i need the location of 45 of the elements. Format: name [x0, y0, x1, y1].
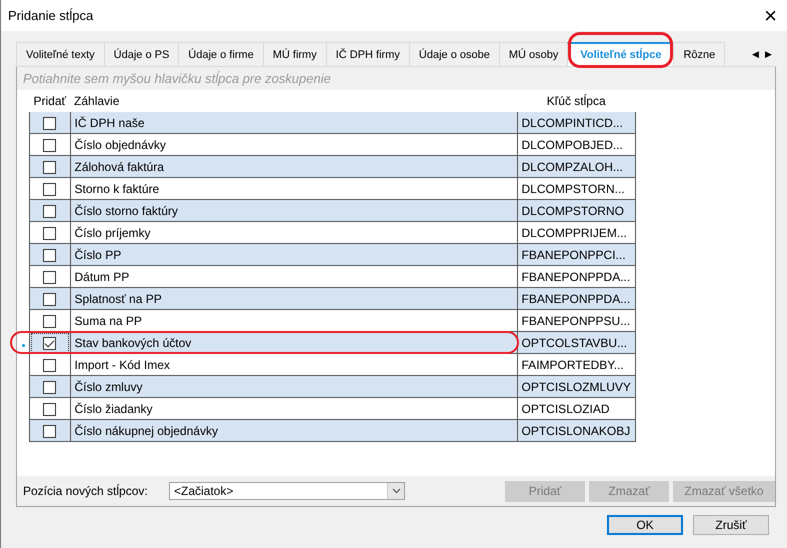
column-header[interactable]: Pridať — [30, 90, 70, 112]
table-cell: OPTCOLSTAVBU... — [517, 332, 636, 354]
position-dropdown[interactable]: <Začiatok> — [169, 482, 405, 500]
table-cell: Číslo PP — [70, 244, 518, 266]
column-header[interactable]: Kľúč stĺpca — [517, 90, 636, 112]
checkbox[interactable] — [43, 358, 56, 372]
scroll-right-icon[interactable]: ▶ — [765, 49, 772, 59]
checkbox[interactable] — [43, 160, 56, 174]
table-cell: DLCOMPSTORNO — [517, 200, 636, 222]
checkbox[interactable] — [43, 182, 56, 196]
table-cell: FBANEPONPPDA... — [517, 288, 636, 310]
checkbox[interactable] — [43, 116, 56, 130]
table-cell: OPTCISLOZMLUVY — [517, 376, 636, 398]
close-icon[interactable]: × — [760, 4, 781, 26]
table-cell: Číslo nákupnej objednávky — [70, 420, 518, 442]
table-cell: Číslo zmluvy — [70, 376, 518, 398]
checkbox[interactable] — [43, 248, 56, 262]
checkbox[interactable] — [43, 226, 56, 240]
tab[interactable]: Voliteľné texty — [16, 42, 105, 66]
position-label: Pozícia nových stĺpcov: — [23, 484, 149, 498]
table-cell: DLCOMPINTICD... — [517, 112, 636, 134]
checkbox[interactable] — [43, 314, 56, 328]
checkbox[interactable] — [43, 270, 56, 284]
checkbox[interactable] — [43, 402, 56, 416]
checkbox[interactable] — [43, 292, 56, 306]
table-cell: FBANEPONPPCI... — [517, 244, 636, 266]
table-cell: Splatnosť na PP — [70, 288, 518, 310]
table-cell: IČ DPH naše — [70, 112, 518, 134]
window-title: Pridanie stĺpca — [8, 8, 94, 23]
checkbox[interactable] — [43, 380, 56, 394]
chevron-down-icon — [392, 488, 400, 494]
ok-button[interactable]: OK — [607, 515, 683, 535]
checkbox[interactable] — [43, 424, 56, 438]
table-cell: OPTCISLONAKOBJ — [517, 420, 636, 442]
table-cell: Suma na PP — [70, 310, 518, 332]
table-cell: DLCOMPZALOH... — [517, 156, 636, 178]
tab[interactable]: Rôzne — [673, 42, 726, 66]
checkbox[interactable] — [43, 336, 56, 350]
table-cell: Zálohová faktúra — [70, 156, 518, 178]
table-cell: Číslo storno faktúry — [70, 200, 518, 222]
checkbox[interactable] — [43, 204, 56, 218]
checkbox[interactable] — [43, 138, 56, 152]
scroll-left-icon[interactable]: ◀ — [752, 49, 759, 59]
column-header[interactable]: Záhlavie — [70, 90, 518, 112]
cancel-button[interactable]: Zrušiť — [693, 515, 769, 535]
